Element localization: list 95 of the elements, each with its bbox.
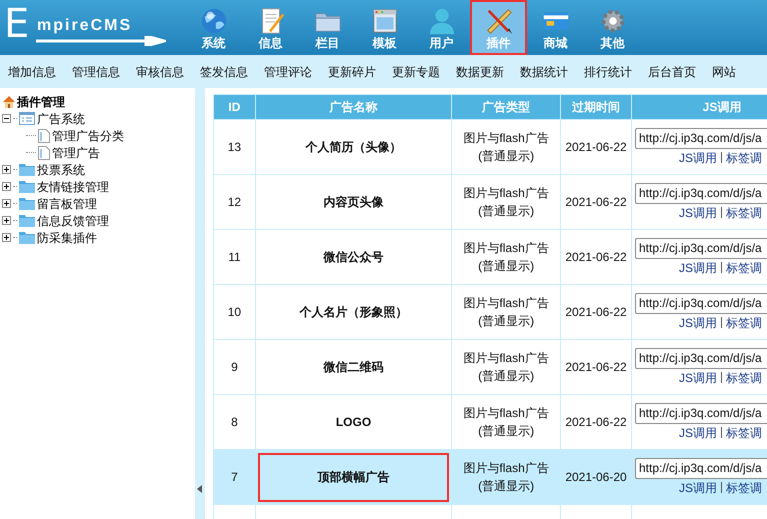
code-link[interactable]: JS调用 <box>678 204 717 222</box>
expand-toggle[interactable] <box>2 216 11 225</box>
nav-tab[interactable]: 信息 <box>242 0 299 55</box>
menu-link[interactable]: 排行统计 <box>576 62 640 80</box>
expand-toggle[interactable] <box>2 165 11 174</box>
table-row[interactable]: 10 个人名片（形象照） 图片与flash广告 (普通显示) 2021-06-22 http://cj.ip3q.com/d/js/a JS调用 标签调 <box>214 284 767 340</box>
display-mode: (普通显示) <box>477 258 536 275</box>
arrow-icon <box>36 36 166 46</box>
code-link[interactable]: JS调用 <box>678 148 717 166</box>
menu-link[interactable]: 数据统计 <box>512 62 576 80</box>
folder-icon <box>19 180 35 193</box>
tree-item[interactable]: 信息反馈管理 <box>37 212 109 230</box>
menu-link[interactable]: 管理评论 <box>256 62 320 80</box>
code-link[interactable]: JS调用 <box>678 314 717 332</box>
menu-link[interactable]: 后台首页 <box>640 62 704 80</box>
tree-item[interactable]: 管理广告 <box>52 144 100 162</box>
table-row[interactable]: 7 顶部横幅广告 图片与flash广告 (普通显示) 2021-06-20 http://cj.ip3q.com/d/js/a JS调用 标签调 <box>214 450 767 504</box>
ad-type: 图片与flash广告 <box>462 460 550 477</box>
expand-toggle[interactable] <box>2 233 11 242</box>
menu-link[interactable]: 管理信息 <box>64 62 128 80</box>
js-code-field[interactable]: http://cj.ip3q.com/d/js/a <box>634 182 767 204</box>
tree-item[interactable]: 管理广告分类 <box>52 126 124 144</box>
tree-item[interactable]: 留言板管理 <box>37 194 97 212</box>
table-row[interactable]: 13 个人简历（头像） 图片与flash广告 (普通显示) 2021-06-22 http://cj.ip3q.com/d/js/a JS调用 标签调 <box>214 120 767 174</box>
column-header: ID <box>214 94 256 120</box>
ad-type: 图片与flash广告 <box>462 240 550 257</box>
display-mode: (普通显示) <box>477 203 536 220</box>
ad-type: 图片与flash广告 <box>462 295 550 312</box>
expand-toggle[interactable] <box>2 182 11 191</box>
column-header: 广告类型 <box>452 94 561 120</box>
folder-icon <box>19 163 35 176</box>
table-row[interactable]: 11 微信公众号 图片与flash广告 (普通显示) 2021-06-22 http://cj.ip3q.com/d/js/a JS调用 标签调 <box>214 230 767 284</box>
code-link[interactable]: 标签调 <box>726 478 762 496</box>
code-link[interactable]: 标签调 <box>726 258 762 276</box>
table-row[interactable]: 8 LOGO 图片与flash广告 (普通显示) 2021-06-22 http://cj.ip3q.com/d/js/a JS调用 标签调 <box>214 394 767 450</box>
ad-type: 图片与flash广告 <box>462 185 550 202</box>
nav-tab[interactable]: 商城 <box>527 0 584 55</box>
code-link[interactable]: JS调用 <box>678 424 717 442</box>
table-cell: 顶部横幅广告 <box>255 450 452 504</box>
js-code-field[interactable]: http://cj.ip3q.com/d/js/a <box>634 128 767 148</box>
menu-link[interactable]: 增加信息 <box>0 62 64 80</box>
menu-link[interactable]: 更新碎片 <box>320 62 384 80</box>
nav-tab[interactable]: 用户 <box>413 0 470 55</box>
expand-toggle[interactable] <box>2 199 11 208</box>
code-link[interactable]: JS调用 <box>678 368 717 386</box>
code-link[interactable]: JS调用 <box>678 478 717 496</box>
collapse-arrow-icon[interactable] <box>197 485 203 493</box>
tree-item[interactable]: 友情链接管理 <box>37 178 109 196</box>
folder-icon <box>19 231 35 244</box>
page-icon <box>38 146 50 160</box>
house-icon <box>2 94 16 108</box>
code-link[interactable]: 标签调 <box>726 148 762 166</box>
nav-tab[interactable]: 栏目 <box>299 0 356 55</box>
table-row[interactable]: 12 内容页头像 图片与flash广告 (普通显示) 2021-06-22 http://cj.ip3q.com/d/js/a JS调用 标签调 <box>214 174 767 230</box>
menu-link[interactable]: 网站 <box>704 62 744 80</box>
column-header: 过期时间 <box>560 94 632 120</box>
table-row[interactable]: 9 微信二维码 图片与flash广告 (普通显示) 2021-06-22 http://cj.ip3q.com/d/js/a JS调用 标签调 <box>214 340 767 394</box>
code-link[interactable]: 标签调 <box>726 204 762 222</box>
logo-letter: E <box>4 3 30 45</box>
code-link[interactable]: 标签调 <box>726 314 762 332</box>
display-mode: (普通显示) <box>477 368 536 385</box>
tree-item[interactable]: 投票系统 <box>37 160 85 178</box>
menu-link[interactable]: 签发信息 <box>192 62 256 80</box>
display-mode: (普通显示) <box>477 313 536 330</box>
tree-item[interactable]: 防采集插件 <box>37 228 97 246</box>
ad-type: 图片与flash广告 <box>462 405 550 422</box>
logo-text: mpireCMS <box>37 18 132 34</box>
menu-link[interactable]: 数据更新 <box>448 62 512 80</box>
list-window-icon <box>19 112 35 125</box>
nav-tab[interactable]: 系统 <box>185 0 242 55</box>
js-code-field[interactable]: http://cj.ip3q.com/d/js/a <box>634 238 767 258</box>
folder-icon <box>19 197 35 210</box>
code-link[interactable]: 标签调 <box>726 424 762 442</box>
code-link[interactable]: 标签调 <box>726 368 762 386</box>
collapse-toggle[interactable] <box>2 114 11 123</box>
folder-icon <box>19 214 35 227</box>
js-code-field[interactable]: http://cj.ip3q.com/d/js/a <box>634 402 767 424</box>
tree-item[interactable]: 广告系统 <box>37 110 85 128</box>
nav-tab[interactable]: 模板 <box>356 0 413 55</box>
ad-type: 图片与flash广告 <box>462 130 550 147</box>
display-mode: (普通显示) <box>477 478 536 495</box>
menu-link[interactable]: 更新专题 <box>384 62 448 80</box>
display-mode: (普通显示) <box>477 423 536 440</box>
js-code-field[interactable]: http://cj.ip3q.com/d/js/a <box>634 348 767 368</box>
page-icon <box>38 128 50 142</box>
column-header: JS调用 <box>631 94 767 120</box>
js-code-field[interactable]: http://cj.ip3q.com/d/js/a <box>634 292 767 314</box>
js-code-field[interactable]: http://cj.ip3q.com/d/js/a <box>634 458 767 478</box>
menu-link[interactable]: 审核信息 <box>128 62 192 80</box>
nav-tab[interactable]: 其他 <box>584 0 641 55</box>
ad-type: 图片与flash广告 <box>462 350 550 367</box>
sidebar-title: 插件管理 <box>17 94 65 110</box>
code-link[interactable]: JS调用 <box>678 258 717 276</box>
column-header: 广告名称 <box>255 94 452 120</box>
display-mode: (普通显示) <box>477 148 536 165</box>
